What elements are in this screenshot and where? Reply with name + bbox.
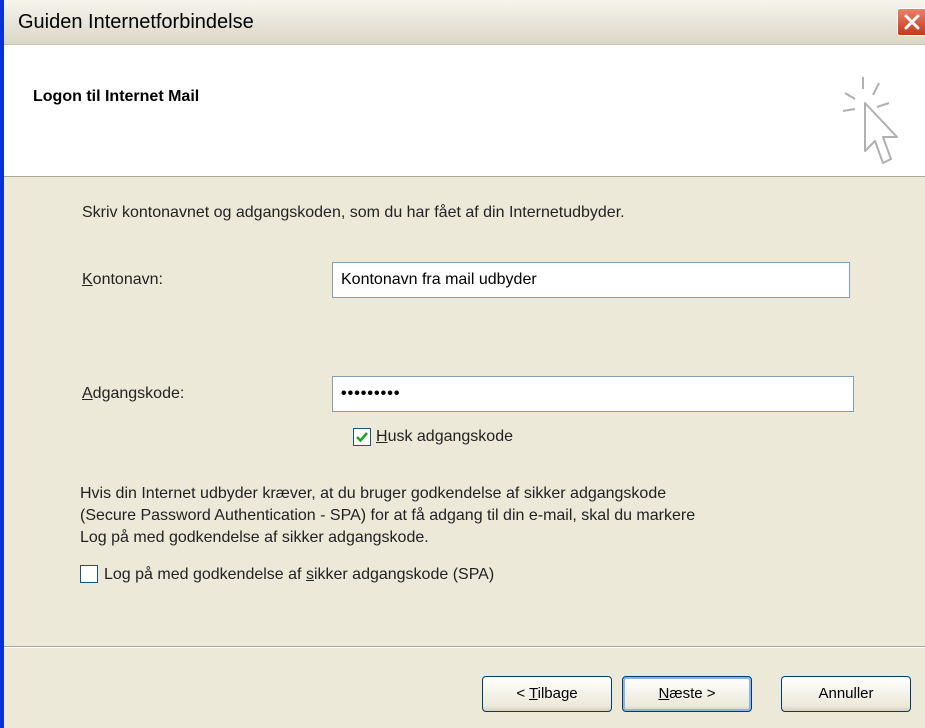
- account-name-value: Kontonavn fra mail udbyder: [341, 271, 537, 288]
- remember-password-checkbox[interactable]: [353, 428, 371, 446]
- remember-password-label[interactable]: Husk adgangskode: [376, 428, 513, 446]
- title-bar[interactable]: Guiden Internetforbindelse: [4, 0, 925, 45]
- spa-checkbox[interactable]: [80, 565, 98, 583]
- password-label: Adgangskode:: [82, 385, 185, 402]
- spa-info-line-2: (Secure Password Authentication - SPA) f…: [80, 507, 696, 524]
- wizard-cursor-icon: [842, 77, 898, 164]
- password-field[interactable]: •••••••••: [332, 376, 854, 412]
- back-button[interactable]: < Tilbage: [482, 676, 612, 712]
- close-icon: [904, 14, 920, 30]
- next-button[interactable]: Næste >: [622, 676, 752, 712]
- account-name-field[interactable]: Kontonavn fra mail udbyder: [332, 262, 850, 298]
- password-value: •••••••••: [341, 385, 401, 402]
- page-title: Logon til Internet Mail: [33, 88, 200, 105]
- footer-divider: [4, 646, 925, 648]
- checkmark-icon: [356, 432, 368, 443]
- window-title: Guiden Internetforbindelse: [18, 11, 254, 33]
- cancel-button[interactable]: Annuller: [781, 676, 911, 712]
- wizard-header: Logon til Internet Mail: [4, 45, 925, 177]
- account-label: Kontonavn:: [82, 271, 163, 288]
- intro-text: Skriv kontonavnet og adgangskoden, som d…: [82, 204, 625, 221]
- close-button[interactable]: [897, 8, 925, 36]
- spa-info-line-3: Log på med godkendelse af sikker adgangs…: [80, 529, 429, 546]
- spa-checkbox-label[interactable]: Log på med godkendelse af sikker adgangs…: [104, 566, 494, 584]
- spa-info-line-1: Hvis din Internet udbyder kræver, at du …: [80, 485, 667, 502]
